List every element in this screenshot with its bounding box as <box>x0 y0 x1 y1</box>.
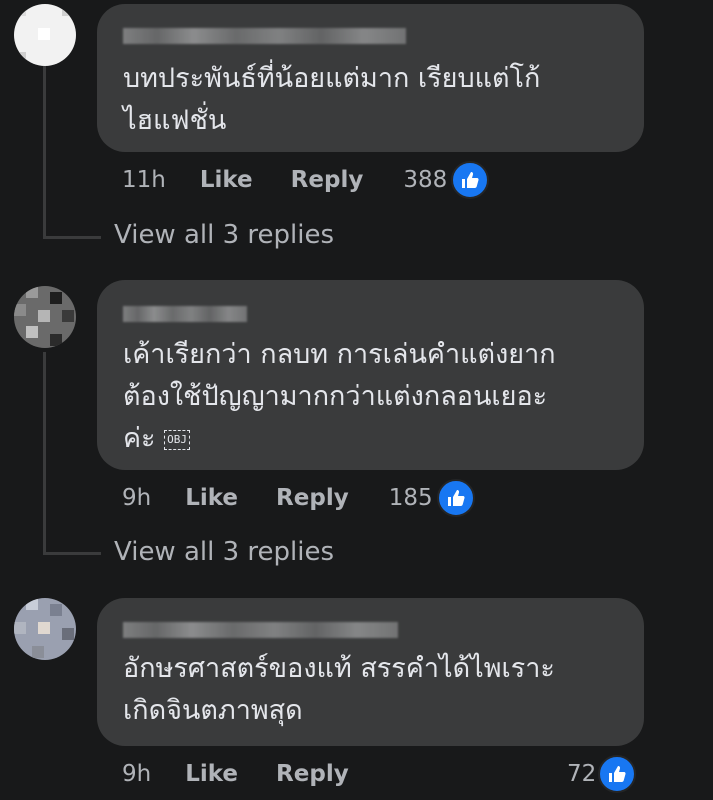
comment-timestamp[interactable]: 9h <box>122 761 151 787</box>
comment-text: เค้าเรียกว่า กลบท การเล่นคำแต่งยาก ต้องใ… <box>123 334 624 460</box>
thumbs-up-icon[interactable] <box>451 161 490 199</box>
reaction-count[interactable]: 72 <box>567 761 596 787</box>
comment-actions: 9h Like Reply 185 <box>122 478 475 518</box>
commenter-name[interactable] <box>123 622 398 638</box>
thumbs-up-icon[interactable] <box>436 479 475 517</box>
comment-bubble: อักษรศาสตร์ของแท้ สรรคำได้ไพเราะ เกิดจิน… <box>97 598 644 746</box>
like-button[interactable]: Like <box>185 485 238 511</box>
view-replies-link[interactable]: View all 3 replies <box>114 537 334 567</box>
commenter-name[interactable] <box>123 28 406 44</box>
avatar[interactable] <box>14 4 76 66</box>
comment-actions: 9h Like Reply 72 <box>122 754 636 794</box>
thread-branch <box>43 236 101 239</box>
comment-timestamp[interactable]: 11h <box>122 167 166 193</box>
emoji-placeholder: OBJ <box>164 429 191 450</box>
thumbs-up-icon[interactable] <box>598 755 636 793</box>
comment-actions: 11h Like Reply 388 <box>122 160 490 200</box>
comment-timestamp[interactable]: 9h <box>122 485 151 511</box>
reaction-count[interactable]: 185 <box>389 485 433 511</box>
comment-text: บทประพันธ์ที่น้อยแต่มาก เรียบแต่โก้ ไฮแฟ… <box>123 63 541 136</box>
thread-branch <box>43 552 101 555</box>
reaction-count[interactable]: 388 <box>403 167 447 193</box>
view-replies-link[interactable]: View all 3 replies <box>114 220 334 250</box>
reply-button[interactable]: Reply <box>276 485 349 511</box>
comment-bubble: บทประพันธ์ที่น้อยแต่มาก เรียบแต่โก้ ไฮแฟ… <box>97 4 644 152</box>
like-button[interactable]: Like <box>185 761 238 787</box>
thread-line <box>43 352 46 554</box>
commenter-name[interactable] <box>123 306 247 322</box>
reply-button[interactable]: Reply <box>291 167 364 193</box>
comment-text: อักษรศาสตร์ของแท้ สรรคำได้ไพเราะ เกิดจิน… <box>123 653 555 726</box>
like-button[interactable]: Like <box>200 167 253 193</box>
avatar[interactable] <box>14 598 76 660</box>
thread-line <box>43 66 46 238</box>
avatar[interactable] <box>14 286 76 348</box>
reply-button[interactable]: Reply <box>276 761 349 787</box>
comment-bubble: เค้าเรียกว่า กลบท การเล่นคำแต่งยาก ต้องใ… <box>97 280 644 470</box>
